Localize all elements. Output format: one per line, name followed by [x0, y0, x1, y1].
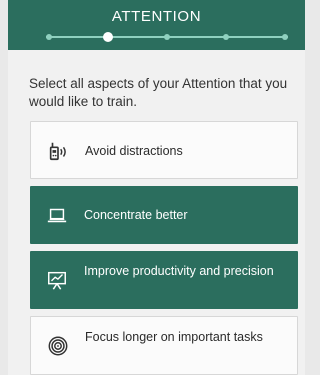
option-concentrate-better[interactable]: Concentrate better — [30, 186, 298, 244]
progress-step-5 — [282, 34, 288, 40]
walkie-talkie-icon — [49, 142, 66, 161]
section-title: ATTENTION — [111, 8, 202, 25]
progress-step-2-current — [103, 32, 113, 42]
instruction-text: Select all aspects of your Attention tha… — [29, 76, 288, 109]
option-label: Focus longer on important tasks — [85, 330, 263, 344]
option-focus-longer[interactable]: Focus longer on important tasks — [30, 316, 298, 375]
presentation-chart-icon — [48, 271, 66, 290]
option-label: Improve productivity and precision — [84, 264, 274, 278]
option-label: Avoid distractions — [85, 144, 183, 158]
top-header-bar: ATTENTION — [8, 0, 305, 50]
progress-step-3 — [164, 34, 170, 40]
step-progress-indicator — [46, 32, 288, 42]
option-improve-productivity[interactable]: Improve productivity and precision — [30, 251, 298, 309]
content-area: Select all aspects of your Attention tha… — [8, 50, 305, 375]
option-avoid-distractions[interactable]: Avoid distractions — [30, 121, 298, 179]
option-label: Concentrate better — [84, 208, 188, 222]
laptop-icon — [47, 208, 67, 223]
progress-step-1 — [46, 34, 52, 40]
progress-step-4 — [223, 34, 229, 40]
target-icon — [48, 336, 68, 356]
